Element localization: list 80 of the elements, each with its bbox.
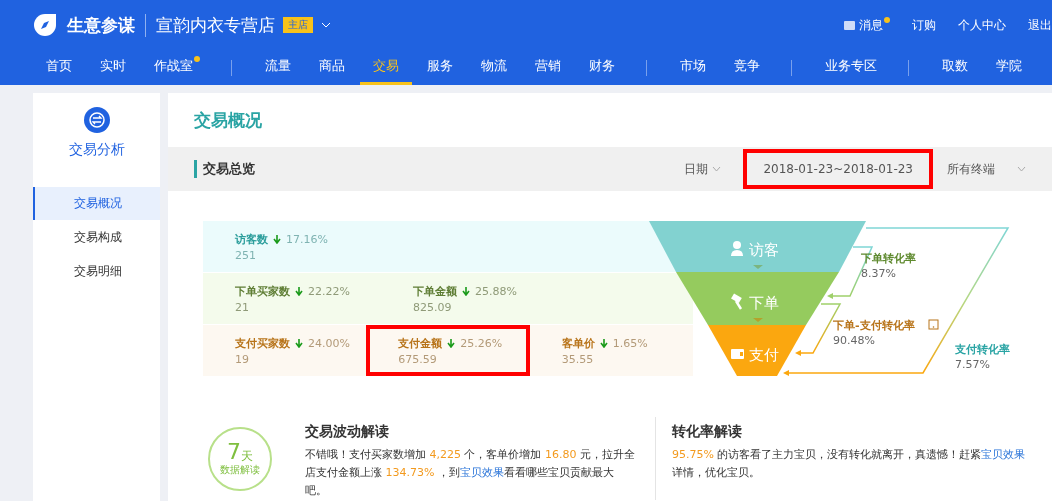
rate-label: 下单转化率	[861, 252, 916, 265]
compass-logo-icon	[33, 13, 57, 37]
date-range[interactable]: 2018-01-23~2018-01-23	[743, 149, 933, 189]
nav-tab[interactable]: 业务专区	[812, 50, 890, 85]
nav-tab[interactable]: 物流	[468, 50, 520, 85]
header-link[interactable]: 订购	[912, 16, 936, 34]
stage-label: 下单	[749, 294, 779, 312]
nav-tab[interactable]: 首页	[33, 50, 85, 85]
down-arrow-icon	[295, 286, 303, 296]
stage-label: 访客	[749, 241, 779, 259]
nav-tab[interactable]: 取数	[929, 50, 981, 85]
nav-tab[interactable]: 学院	[983, 50, 1035, 85]
nav-tab[interactable]: 营销	[522, 50, 574, 85]
page-title: 交易概况	[193, 108, 263, 132]
shop-badge: 主店	[283, 17, 313, 33]
metric-change: 24.00%	[308, 336, 350, 350]
header-link[interactable]: 退出	[1028, 16, 1052, 34]
down-arrow-icon	[462, 286, 470, 296]
insight-text: 95.75% 的访客看了主力宝贝，没有转化就离开，真遗憾！赶紧宝贝效果 详情，优化宝贝。	[672, 447, 1027, 481]
metric-change: 22.22%	[308, 284, 350, 298]
product-name: 生意参谋	[67, 13, 146, 37]
sidebar-title: 交易分析	[67, 141, 126, 159]
rate-value: 8.37%	[861, 267, 896, 280]
help-icon[interactable]	[928, 319, 939, 330]
metric-label: 访客数	[235, 231, 268, 247]
nav-tab[interactable]: 实时	[87, 50, 139, 85]
metric-value: 21	[235, 300, 250, 314]
rate-value: 90.48%	[833, 334, 875, 347]
insight-title: 交易波动解读	[305, 423, 390, 441]
badge-number: 7	[227, 441, 241, 463]
sidebar-item[interactable]: 交易概况	[33, 187, 160, 220]
down-arrow-icon	[273, 234, 281, 244]
nav-tab[interactable]: 服务	[414, 50, 466, 85]
shop-name: 宣韵内衣专营店	[156, 13, 275, 37]
metric-change: 25.26%	[460, 336, 503, 350]
nav-tab[interactable]: 商品	[306, 50, 358, 85]
rate-value: 7.57%	[955, 358, 990, 371]
nav-tab[interactable]: 财务	[576, 50, 628, 85]
badge-unit: 天	[241, 449, 253, 463]
insight-text: 不错哦！支付买家数增加 4,225 个，客单价增加 16.80 元，拉升全店支付金额上涨 134.73% ，到宝贝效果看看哪些宝贝贡献最大吧。	[305, 447, 635, 499]
gavel-icon	[731, 293, 743, 310]
header-link[interactable]: 个人中心	[958, 16, 1006, 34]
rate-label: 下单-支付转化率	[833, 319, 915, 332]
metric-value: 19	[235, 352, 250, 366]
metric-label: 下单买家数	[235, 283, 290, 299]
metric-value: 675.59	[398, 352, 438, 366]
nav-tab[interactable]: 竞争	[721, 50, 773, 85]
insight-link[interactable]: 宝贝效果	[459, 466, 504, 479]
date-dropdown[interactable]: 日期	[684, 160, 722, 178]
metric-value: 825.09	[413, 300, 453, 314]
device-dropdown[interactable]: 所有终端	[947, 160, 1026, 178]
metric-value: 35.55	[561, 352, 595, 366]
envelope-icon	[844, 20, 855, 30]
insight-title: 转化率解读	[672, 423, 743, 441]
wallet-icon	[731, 349, 744, 359]
insight-link[interactable]: 宝贝效果	[981, 448, 1026, 461]
down-arrow-icon	[599, 338, 608, 348]
rate-label: 支付转化率	[955, 343, 1010, 356]
metric-label: 支付买家数	[235, 335, 290, 351]
nav-tab[interactable]: 交易	[360, 50, 412, 85]
metric-value: 251	[235, 248, 257, 262]
metric-label: 支付金额	[398, 335, 443, 351]
sidebar-item[interactable]: 交易构成	[33, 221, 160, 254]
header-link[interactable]: 消息	[844, 16, 890, 34]
nav-tab[interactable]: 市场	[667, 50, 719, 85]
metric-change: 17.16%	[286, 232, 328, 246]
nav-tab[interactable]: 作战室	[141, 50, 213, 85]
nav-tab[interactable]: 流量	[252, 50, 304, 85]
badge-caption: 数据解读	[220, 463, 260, 477]
sidebar-item[interactable]: 交易明细	[33, 255, 160, 288]
down-arrow-icon	[447, 338, 456, 348]
down-arrow-icon	[295, 338, 303, 348]
exchange-icon	[83, 107, 110, 133]
section-title: 交易总览	[194, 160, 255, 178]
stage-label: 支付	[749, 346, 779, 364]
metric-label: 客单价	[561, 335, 595, 351]
person-icon	[731, 241, 743, 256]
metric-change: 1.65%	[612, 336, 648, 350]
metric-change: 25.88%	[475, 284, 517, 298]
metric-label: 下单金额	[413, 283, 457, 299]
